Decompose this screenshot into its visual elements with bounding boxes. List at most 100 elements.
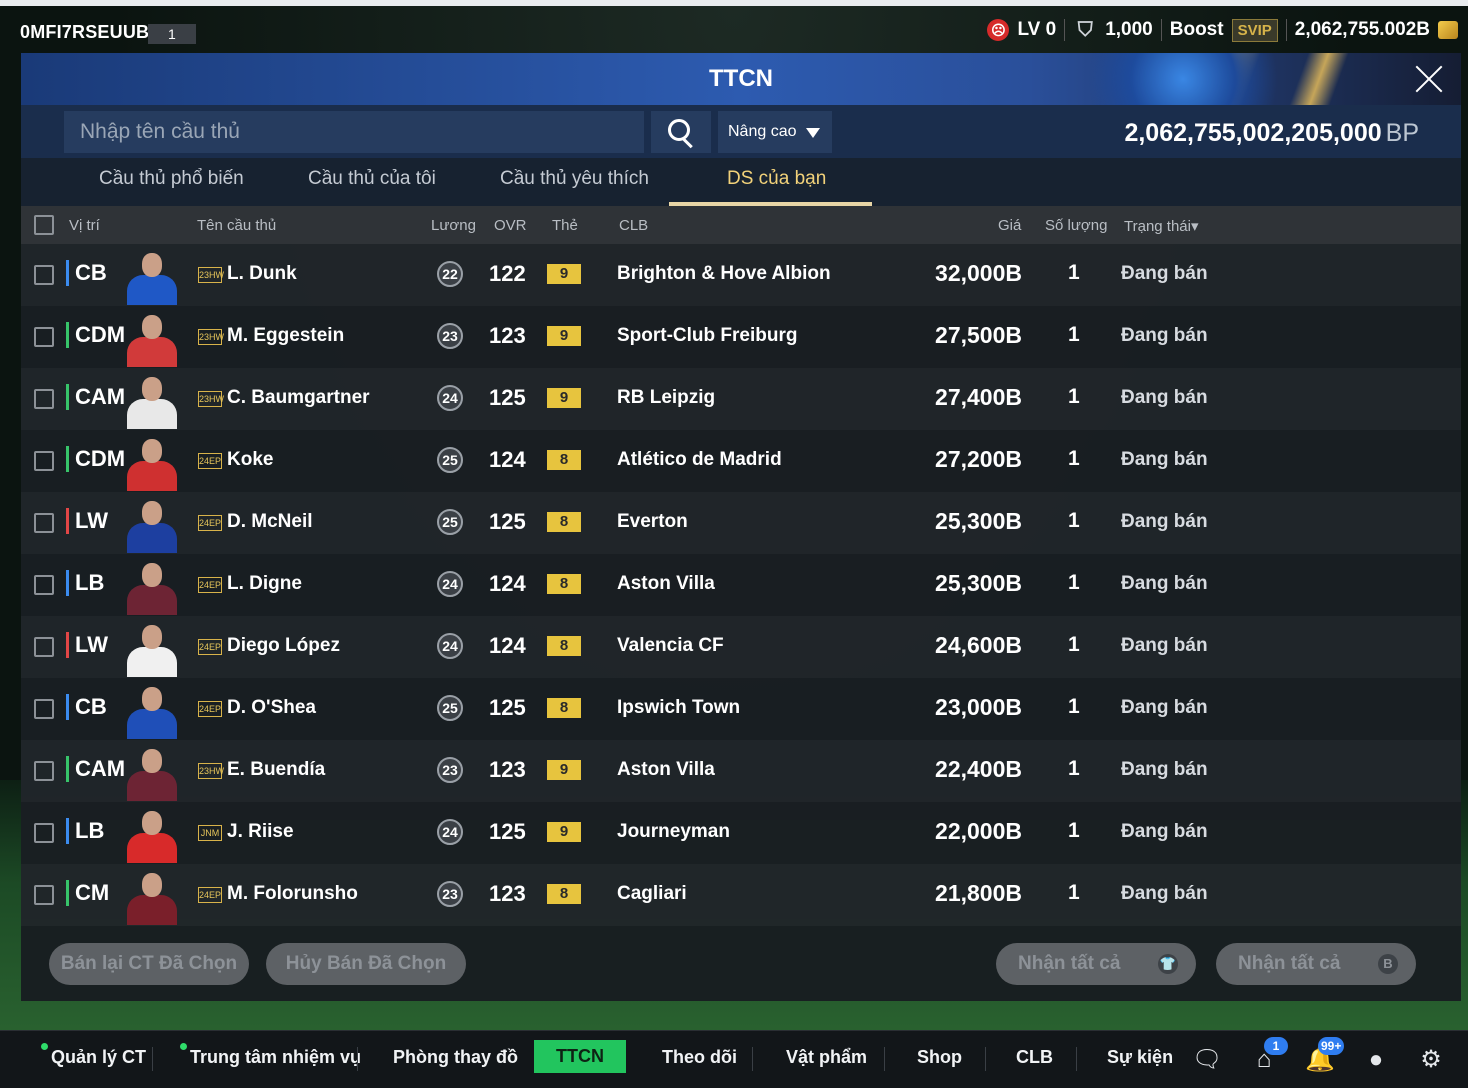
search-input[interactable] — [64, 111, 644, 153]
player-avatar — [123, 743, 181, 801]
player-position: CM — [66, 880, 109, 906]
table-row[interactable]: CM 24EP M. Folorunsho 23 123 8 Cagliari 21,800B… — [21, 864, 1461, 926]
row-checkbox[interactable] — [34, 451, 54, 471]
tab-favorite-players[interactable]: Cầu thủ yêu thích — [500, 168, 649, 190]
player-name[interactable]: C. Baumgartner — [227, 387, 370, 409]
nav-items[interactable]: Vật phẩm — [786, 1047, 867, 1068]
header-card[interactable]: Thẻ — [552, 217, 578, 234]
row-checkbox[interactable] — [34, 513, 54, 533]
player-ovr: 122 — [489, 261, 526, 286]
player-name[interactable]: M. Eggestein — [227, 325, 344, 347]
resell-selected-button[interactable]: Bán lại CT Đã Chọn — [49, 943, 249, 985]
player-club: Aston Villa — [617, 573, 715, 594]
lv-label: LV 0 — [1017, 19, 1057, 40]
season-badge: 24EP — [198, 887, 222, 903]
player-name[interactable]: D. O'Shea — [227, 697, 316, 719]
tab-your-list[interactable]: DS của bạn — [727, 168, 826, 190]
shield-value: 1,000 — [1105, 19, 1153, 40]
listing-status: Đang bán — [1121, 759, 1208, 780]
row-checkbox[interactable] — [34, 327, 54, 347]
table-row[interactable]: CB 23HW L. Dunk 22 122 9 Brighton & Hove Albio… — [21, 244, 1461, 306]
player-position: LW — [66, 632, 108, 658]
table-row[interactable]: LW 24EP D. McNeil 25 125 8 Everton 25,300B 1 Đang… — [21, 492, 1461, 554]
nav-ttcn[interactable]: TTCN — [534, 1040, 626, 1073]
nav-divider — [884, 1047, 885, 1071]
cancel-selected-button[interactable]: Hủy Bán Đã Chọn — [266, 943, 466, 985]
header-price[interactable]: Giá — [998, 217, 1021, 234]
header-player-name[interactable]: Tên cầu thủ — [197, 217, 276, 234]
svip-badge[interactable]: SVIP — [1231, 18, 1278, 42]
player-avatar — [123, 495, 181, 553]
player-name[interactable]: Diego López — [227, 635, 340, 657]
search-icon-handle — [682, 137, 693, 149]
salary-badge: 22 — [437, 261, 463, 287]
card-level: 9 — [547, 822, 581, 842]
player-avatar — [123, 557, 181, 615]
table-row[interactable]: LB 24EP L. Digne 24 124 8 Aston Villa 25,300B 1 Đ… — [21, 554, 1461, 616]
player-club: Everton — [617, 511, 688, 532]
player-name[interactable]: D. McNeil — [227, 511, 313, 533]
player-ovr: 124 — [489, 447, 526, 472]
tab-my-players[interactable]: Cầu thủ của tôi — [308, 168, 436, 190]
table-row[interactable]: CDM 23HW M. Eggestein 23 123 9 Sport-Club Frei… — [21, 306, 1461, 368]
nav-player-management[interactable]: Quản lý CT — [51, 1047, 146, 1068]
player-ovr: 123 — [489, 323, 526, 348]
nav-watchlist[interactable]: Theo dõi — [662, 1047, 737, 1068]
salary-badge: 24 — [437, 819, 463, 845]
table-row[interactable]: LW 24EP Diego López 24 124 8 Valencia CF 24,600… — [21, 616, 1461, 678]
row-checkbox[interactable] — [34, 265, 54, 285]
table-row[interactable]: CAM 23HW C. Baumgartner 24 125 9 RB Leipzig 27,… — [21, 368, 1461, 430]
chat-icon[interactable]: 🗨 — [1192, 1045, 1222, 1075]
player-avatar — [123, 867, 181, 925]
row-checkbox[interactable] — [34, 637, 54, 657]
search-button[interactable] — [651, 111, 711, 153]
player-price: 22,000B — [935, 818, 1022, 844]
receive-all-players-button[interactable]: Nhận tất cả 👕 — [996, 943, 1196, 985]
header-club[interactable]: CLB — [619, 217, 648, 234]
header-status[interactable]: Trạng thái▾ — [1124, 217, 1199, 235]
bp-amount: 2,062,755,002,205,000 — [1124, 119, 1382, 147]
advanced-filter-dropdown[interactable]: Nâng cao — [718, 111, 832, 153]
player-name[interactable]: M. Folorunsho — [227, 883, 358, 905]
header-quantity[interactable]: Số lượng — [1045, 217, 1107, 234]
player-price: 25,300B — [935, 508, 1022, 534]
nav-shop[interactable]: Shop — [917, 1047, 962, 1068]
row-checkbox[interactable] — [34, 761, 54, 781]
player-name[interactable]: J. Riise — [227, 821, 294, 843]
select-all-checkbox[interactable] — [34, 215, 54, 235]
search-icon — [668, 119, 690, 141]
table-row[interactable]: CDM 24EP Koke 25 124 8 Atlético de Madrid 27,20… — [21, 430, 1461, 492]
row-checkbox[interactable] — [34, 389, 54, 409]
nav-events[interactable]: Sự kiện — [1107, 1047, 1173, 1068]
boost-label[interactable]: Boost — [1170, 19, 1224, 41]
listing-status: Đang bán — [1121, 387, 1208, 408]
header-position[interactable]: Vị trí — [69, 217, 100, 234]
profile-icon[interactable]: ● — [1361, 1045, 1391, 1075]
row-checkbox[interactable] — [34, 885, 54, 905]
player-name[interactable]: L. Digne — [227, 573, 302, 595]
row-checkbox[interactable] — [34, 699, 54, 719]
table-row[interactable]: CAM 23HW E. Buendía 23 123 9 Aston Villa 22,400… — [21, 740, 1461, 802]
receive-all-bp-button[interactable]: Nhận tất cả B — [1216, 943, 1416, 985]
nav-locker-room[interactable]: Phòng thay đồ — [393, 1047, 518, 1068]
header-ovr[interactable]: OVR — [494, 217, 527, 234]
gear-icon[interactable]: ⚙ — [1416, 1045, 1446, 1075]
table-row[interactable]: CB 24EP D. O'Shea 25 125 8 Ipswich Town 23,000B… — [21, 678, 1461, 740]
nav-club[interactable]: CLB — [1016, 1047, 1053, 1068]
row-checkbox[interactable] — [34, 823, 54, 843]
tab-popular-players[interactable]: Cầu thủ phổ biến — [99, 168, 244, 190]
nav-mission-center[interactable]: Trung tâm nhiệm vụ — [190, 1047, 361, 1068]
close-icon[interactable] — [1411, 61, 1447, 97]
salary-badge: 25 — [437, 447, 463, 473]
salary-badge: 24 — [437, 633, 463, 659]
player-club: Cagliari — [617, 883, 687, 904]
row-checkbox[interactable] — [34, 575, 54, 595]
player-name[interactable]: Koke — [227, 449, 273, 471]
card-level: 8 — [547, 512, 581, 532]
table-row[interactable]: LB JNM J. Riise 24 125 9 Journeyman 22,000B 1 Đan… — [21, 802, 1461, 864]
sad-face-icon: ☹ — [987, 19, 1010, 41]
header-salary[interactable]: Lương — [431, 217, 476, 234]
player-name[interactable]: E. Buendía — [227, 759, 325, 781]
player-position: LB — [66, 570, 104, 596]
player-name[interactable]: L. Dunk — [227, 263, 297, 285]
